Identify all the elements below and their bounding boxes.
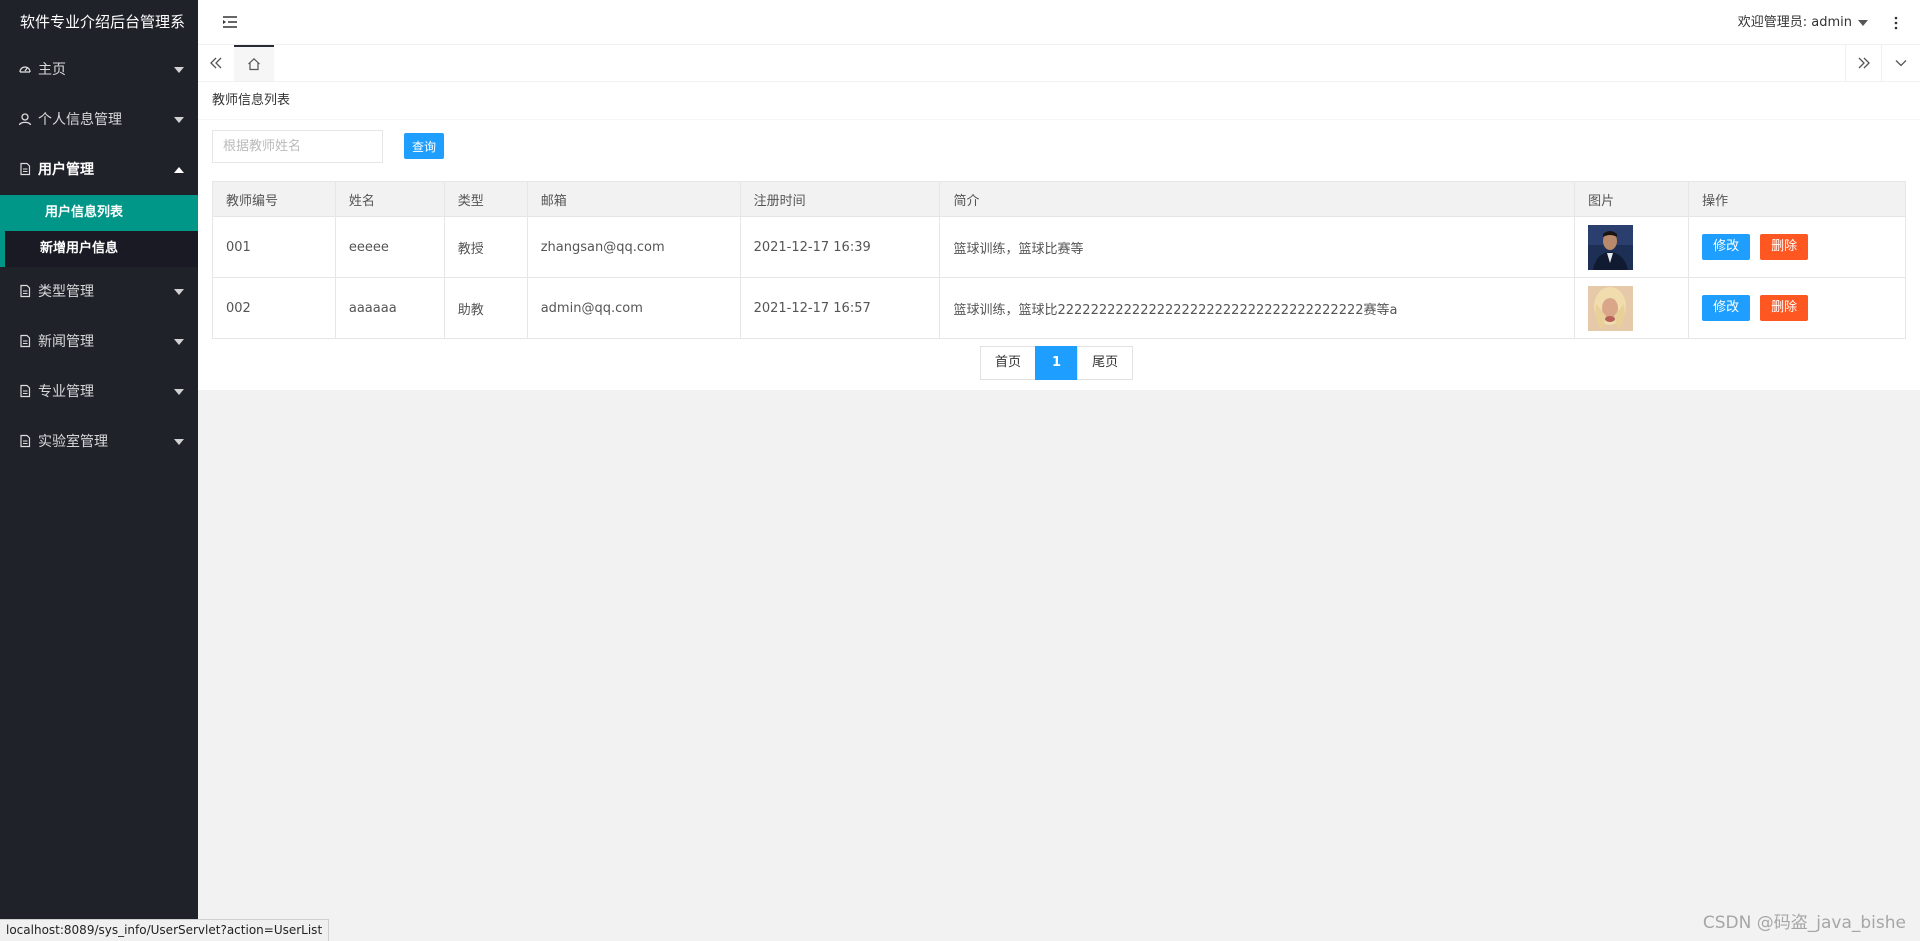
tab-scroll-left-icon[interactable] bbox=[198, 45, 235, 81]
edit-button[interactable]: 修改 bbox=[1702, 295, 1751, 321]
tab-options-chevron-down-icon[interactable] bbox=[1881, 45, 1920, 81]
cell-name: eeeee bbox=[334, 216, 445, 278]
sidebar-item-home[interactable]: 主页 bbox=[0, 45, 198, 95]
cell-type: 教授 bbox=[443, 216, 528, 278]
file-icon bbox=[18, 434, 32, 448]
cell-email: admin@qq.com bbox=[526, 277, 741, 339]
cell-actions: 修改 删除 bbox=[1688, 216, 1906, 278]
sidebar-item-types[interactable]: 类型管理 bbox=[0, 267, 198, 317]
chevron-down-icon bbox=[174, 289, 184, 295]
column-header: 姓名 bbox=[334, 181, 445, 217]
chevron-down-icon bbox=[174, 389, 184, 395]
tab-scroll-right-icon[interactable] bbox=[1845, 45, 1882, 81]
sidebar-item-label: 类型管理 bbox=[38, 284, 94, 300]
pager-first-button[interactable]: 首页 bbox=[980, 346, 1037, 380]
sidebar-item-news[interactable]: 新闻管理 bbox=[0, 317, 198, 367]
column-header: 简介 bbox=[939, 181, 1576, 217]
chevron-down-icon bbox=[174, 117, 184, 123]
user-welcome-label: 欢迎管理员: admin bbox=[1737, 15, 1852, 30]
chevron-down-icon bbox=[174, 67, 184, 73]
pager-current-page[interactable]: 1 bbox=[1035, 346, 1079, 380]
sidebar-item-majors[interactable]: 专业管理 bbox=[0, 367, 198, 417]
file-icon bbox=[18, 162, 32, 176]
sidebar-item-label: 专业管理 bbox=[38, 384, 94, 400]
cell-name: aaaaaa bbox=[334, 277, 445, 339]
cell-photo bbox=[1574, 216, 1690, 278]
sidebar-subitem-user-list[interactable]: 用户信息列表 bbox=[0, 195, 198, 231]
brand-title: 软件专业介绍后台管理系 bbox=[20, 13, 186, 31]
sidebar-nav-rest: 类型管理 新闻管理 专业管理 实验室管理 bbox=[0, 267, 198, 467]
cell-time: 2021-12-17 16:39 bbox=[739, 216, 941, 278]
dashboard-icon bbox=[18, 62, 32, 76]
sidebar-item-label: 实验室管理 bbox=[38, 434, 108, 450]
sidebar-item-profile[interactable]: 个人信息管理 bbox=[0, 95, 198, 145]
sidebar-item-labs[interactable]: 实验室管理 bbox=[0, 417, 198, 467]
column-header: 注册时间 bbox=[739, 181, 941, 217]
file-icon bbox=[18, 384, 32, 398]
column-header: 类型 bbox=[443, 181, 528, 217]
browser-status-url: localhost:8089/sys_info/UserServlet?acti… bbox=[0, 919, 330, 941]
cell-id: 002 bbox=[212, 277, 336, 339]
menu-collapse-icon[interactable] bbox=[222, 14, 238, 30]
tab-home[interactable] bbox=[234, 45, 274, 81]
chevron-down-icon bbox=[174, 439, 184, 445]
sidebar-item-label: 新闻管理 bbox=[38, 334, 94, 350]
sidebar-item-label: 主页 bbox=[38, 62, 66, 78]
file-icon bbox=[18, 284, 32, 298]
sidebar-subnav-users: 用户信息列表 新增用户信息 bbox=[0, 195, 198, 267]
tabs-bar bbox=[198, 45, 1920, 82]
edit-button[interactable]: 修改 bbox=[1702, 234, 1751, 260]
user-menu[interactable]: 欢迎管理员: admin bbox=[1738, 0, 1868, 45]
sidebar-item-label: 用户管理 bbox=[38, 162, 94, 178]
pager-last-button[interactable]: 尾页 bbox=[1077, 346, 1134, 380]
cell-photo bbox=[1574, 277, 1690, 339]
chevron-down-icon bbox=[174, 339, 184, 345]
sidebar-item-users[interactable]: 用户管理 bbox=[0, 145, 198, 195]
cell-time: 2021-12-17 16:57 bbox=[739, 277, 941, 339]
chevron-down-icon bbox=[1858, 19, 1868, 26]
cell-email: zhangsan@qq.com bbox=[526, 216, 741, 278]
sidebar-nav: 主页 个人信息管理 用户管理 bbox=[0, 45, 198, 195]
cell-type: 助教 bbox=[443, 277, 528, 339]
cell-intro: 篮球训练，篮球比赛等 bbox=[939, 216, 1576, 278]
sidebar-subitem-add-user[interactable]: 新增用户信息 bbox=[0, 231, 198, 267]
sidebar: 软件专业介绍后台管理系 主页 个人信息管理 用户管理 用户信息列表 新增用户信息 bbox=[0, 0, 198, 941]
cell-intro: 篮球训练，篮球比22222222222222222222222222222222… bbox=[939, 277, 1576, 339]
search-input[interactable] bbox=[212, 130, 383, 163]
teacher-list-card: 教师信息列表 查询 教师编号 姓名 类型 邮箱 注册时间 简介 图片 操作 00… bbox=[198, 82, 1920, 390]
sidebar-item-label: 个人信息管理 bbox=[38, 112, 122, 128]
page-title: 教师信息列表 bbox=[198, 82, 1920, 120]
delete-button[interactable]: 删除 bbox=[1760, 234, 1809, 260]
home-icon bbox=[248, 57, 260, 71]
search-button[interactable]: 查询 bbox=[404, 133, 444, 159]
table-header-row: 教师编号 姓名 类型 邮箱 注册时间 简介 图片 操作 bbox=[212, 181, 1906, 217]
teacher-photo-thumbnail bbox=[1588, 285, 1634, 331]
table-row: 002 aaaaaa 助教 admin@qq.com 2021-12-17 16… bbox=[212, 277, 1906, 339]
chevron-up-icon bbox=[174, 167, 184, 173]
pagination: 首页 1 尾页 bbox=[980, 346, 1134, 380]
column-header: 图片 bbox=[1574, 181, 1690, 217]
cell-id: 001 bbox=[212, 216, 336, 278]
column-header: 教师编号 bbox=[212, 181, 336, 217]
cell-actions: 修改 删除 bbox=[1688, 277, 1906, 339]
column-header: 邮箱 bbox=[526, 181, 741, 217]
file-icon bbox=[18, 334, 32, 348]
teacher-table: 教师编号 姓名 类型 邮箱 注册时间 简介 图片 操作 001 eeeee 教授… bbox=[212, 181, 1906, 339]
table-row: 001 eeeee 教授 zhangsan@qq.com 2021-12-17 … bbox=[212, 216, 1906, 278]
delete-button[interactable]: 删除 bbox=[1760, 295, 1809, 321]
more-vertical-icon[interactable] bbox=[1894, 15, 1898, 31]
teacher-photo-thumbnail bbox=[1588, 224, 1634, 270]
column-header: 操作 bbox=[1688, 181, 1906, 217]
watermark: CSDN @码盗_java_bishe bbox=[1702, 913, 1906, 933]
user-icon bbox=[18, 112, 32, 126]
top-header: 欢迎管理员: admin bbox=[198, 0, 1920, 45]
